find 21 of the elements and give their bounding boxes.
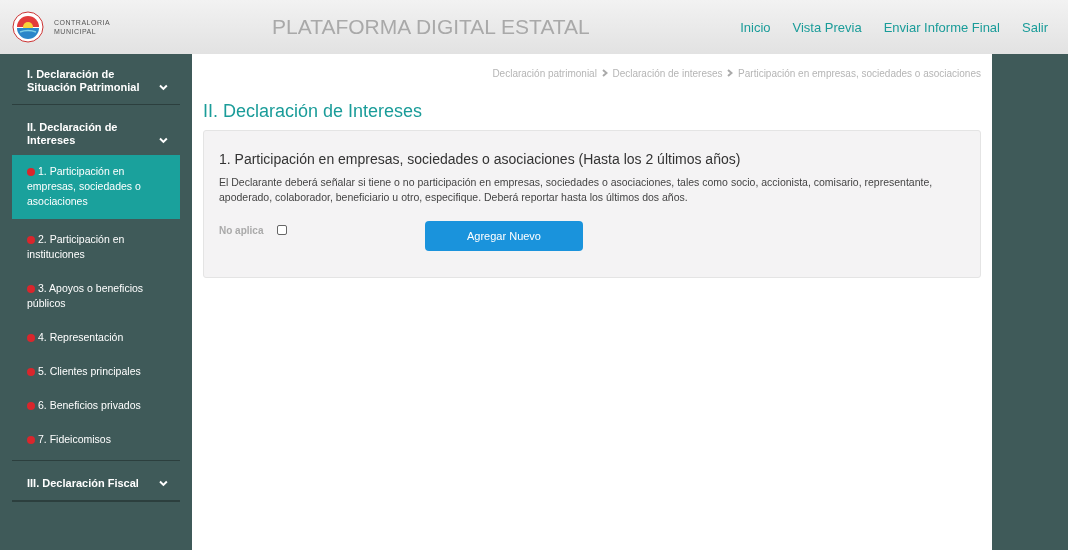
page-title: II. Declaración de Intereses <box>203 101 424 122</box>
chevron-down-icon <box>159 84 168 91</box>
sidebar-section[interactable]: I. Declaración de Situación Patrimonial <box>12 66 180 94</box>
app-title: PLATAFORMA DIGITAL ESTATAL <box>272 15 590 38</box>
logo-icon <box>12 11 44 43</box>
chevron-right-icon <box>727 69 734 77</box>
card-description: El Declarante deberá señalar si tiene o no participación en empresas, sociedades o asociaciones, tales como socio, accionista, comisario, representante, apoderado, colaborador, beneficiario u otro, especifique. Deberá reportar hasta los últimos dos años. <box>219 175 934 205</box>
sidebar-item[interactable]: 5. Clientes principales <box>12 358 180 385</box>
sidebar-item[interactable]: 7. Fideicomisos <box>12 426 180 453</box>
sidebar-section[interactable]: II. Declaración de Intereses <box>12 119 180 147</box>
checkbox[interactable] <box>277 225 287 235</box>
chevron-down-icon <box>159 480 168 487</box>
chevron-right-icon <box>601 69 608 77</box>
sidebar-item[interactable]: 2. Participación en instituciones <box>12 226 180 268</box>
sidebar-item[interactable]: 4. Representación <box>12 324 180 351</box>
card-title: 1. Participación en empresas, sociedades o asociaciones (Hasta los 2 últimos años) <box>219 151 742 167</box>
sidebar-item[interactable]: 6. Beneficios privados <box>12 392 180 419</box>
sidebar-item[interactable]: 3. Apoyos o beneficios públicos <box>12 275 180 317</box>
sidebar-section[interactable]: III. Declaración Fiscal <box>12 475 180 490</box>
checkbox-label: No aplica <box>219 225 265 236</box>
chevron-down-icon <box>159 137 168 144</box>
